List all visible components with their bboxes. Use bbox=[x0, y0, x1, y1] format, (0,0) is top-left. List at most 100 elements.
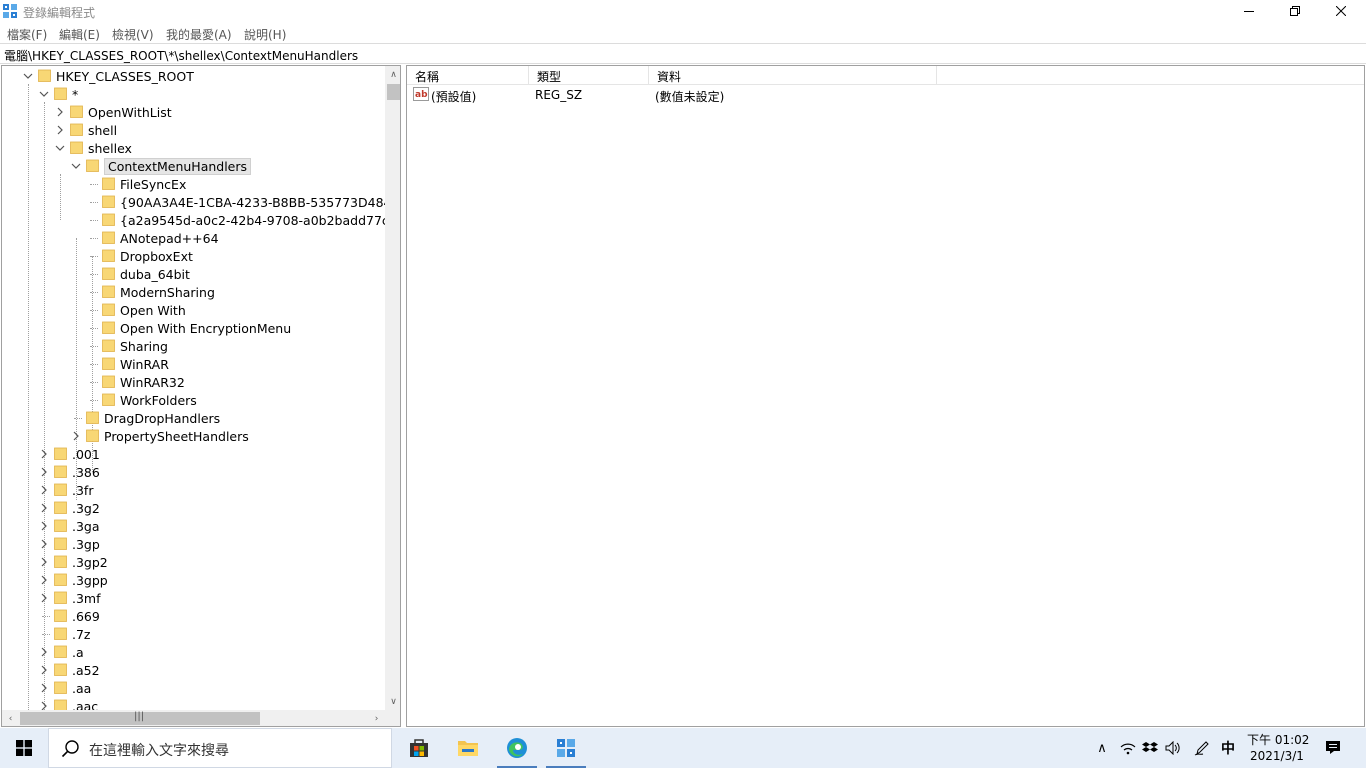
tree-item[interactable]: shellex bbox=[2, 139, 382, 157]
tree-item[interactable]: WinRAR32 bbox=[2, 373, 382, 391]
taskbar-regedit-app[interactable] bbox=[542, 728, 590, 768]
menu-file[interactable]: 檔案(F) bbox=[7, 26, 47, 43]
chevron-right-icon[interactable] bbox=[54, 106, 66, 118]
chevron-right-icon[interactable] bbox=[38, 646, 50, 658]
restore-button[interactable] bbox=[1272, 0, 1318, 22]
folder-icon bbox=[54, 87, 67, 100]
tree-item[interactable]: Sharing bbox=[2, 337, 382, 355]
show-hidden-icons-chevron-icon[interactable]: ∧ bbox=[1092, 738, 1112, 758]
folder-icon bbox=[102, 267, 115, 280]
tree-item[interactable]: .386 bbox=[2, 463, 382, 481]
tree-item[interactable]: .a bbox=[2, 643, 382, 661]
tree-item[interactable]: WorkFolders bbox=[2, 391, 382, 409]
tree-item[interactable]: .669 bbox=[2, 607, 382, 625]
notification-center-icon[interactable] bbox=[1323, 738, 1343, 758]
menu-help[interactable]: 說明(H) bbox=[244, 26, 286, 43]
tree-item-label: Sharing bbox=[120, 339, 168, 354]
chevron-right-icon[interactable] bbox=[38, 466, 50, 478]
column-header-data[interactable]: 資料 bbox=[649, 66, 937, 85]
folder-icon bbox=[102, 177, 115, 190]
close-button[interactable] bbox=[1318, 0, 1364, 22]
tree-item[interactable]: ContextMenuHandlers bbox=[2, 157, 382, 175]
chevron-right-icon[interactable] bbox=[38, 502, 50, 514]
chevron-down-icon[interactable] bbox=[70, 160, 82, 172]
ime-indicator[interactable]: 中 bbox=[1221, 738, 1235, 758]
tree-item[interactable]: .aac bbox=[2, 697, 382, 710]
menu-edit[interactable]: 編輯(E) bbox=[59, 26, 100, 43]
minimize-button[interactable] bbox=[1226, 0, 1272, 22]
chevron-down-icon[interactable] bbox=[22, 70, 34, 82]
tree-item[interactable]: .3fr bbox=[2, 481, 382, 499]
chevron-right-icon[interactable] bbox=[38, 538, 50, 550]
tree-item[interactable]: PropertySheetHandlers bbox=[2, 427, 382, 445]
tree-horizontal-scroll-thumb[interactable]: ||| bbox=[20, 711, 260, 725]
chevron-right-icon[interactable] bbox=[70, 430, 82, 442]
tree-item[interactable]: HKEY_CLASSES_ROOT bbox=[2, 67, 382, 85]
dropbox-tray-icon[interactable] bbox=[1140, 738, 1160, 758]
chevron-right-icon[interactable] bbox=[38, 520, 50, 532]
tree-item[interactable]: .aa bbox=[2, 679, 382, 697]
chevron-right-icon[interactable] bbox=[54, 124, 66, 136]
column-header-type[interactable]: 類型 bbox=[529, 66, 649, 85]
scroll-right-arrow-icon[interactable]: › bbox=[368, 710, 385, 726]
address-bar[interactable]: 電腦\HKEY_CLASSES_ROOT\*\shellex\ContextMe… bbox=[0, 43, 1366, 64]
tree-vertical-scrollbar[interactable]: ∧ ∨ bbox=[385, 66, 400, 710]
menu-view[interactable]: 檢視(V) bbox=[112, 26, 154, 43]
chevron-right-icon[interactable] bbox=[38, 700, 50, 710]
tree-item[interactable]: .3gpp bbox=[2, 571, 382, 589]
tree-item[interactable]: * bbox=[2, 85, 382, 103]
taskbar-search-box[interactable]: 在這裡輸入文字來搜尋 bbox=[48, 728, 392, 768]
tree-item[interactable]: ANotepad++64 bbox=[2, 229, 382, 247]
taskbar-store-app[interactable] bbox=[395, 728, 443, 768]
address-path[interactable]: 電腦\HKEY_CLASSES_ROOT\*\shellex\ContextMe… bbox=[4, 47, 358, 64]
tree-item-label: .001 bbox=[72, 447, 100, 462]
tree-item[interactable]: DropboxExt bbox=[2, 247, 382, 265]
chevron-right-icon[interactable] bbox=[38, 556, 50, 568]
tree-item[interactable]: {90AA3A4E-1CBA-4233-B8BB-535773D48449} bbox=[2, 193, 385, 211]
value-row[interactable]: ab (預設值) REG_SZ (數值未設定) bbox=[407, 86, 1364, 104]
taskbar-edge-app[interactable] bbox=[493, 728, 541, 768]
chevron-right-icon[interactable] bbox=[38, 592, 50, 604]
menu-favorites[interactable]: 我的最愛(A) bbox=[166, 26, 232, 43]
tree-item[interactable]: .a52 bbox=[2, 661, 382, 679]
tree-item[interactable]: .3mf bbox=[2, 589, 382, 607]
volume-icon[interactable] bbox=[1163, 738, 1183, 758]
tree-item[interactable]: .3ga bbox=[2, 517, 382, 535]
network-wifi-icon[interactable] bbox=[1118, 738, 1138, 758]
clock-time[interactable]: 下午 01:02 bbox=[1247, 731, 1309, 748]
tree-item[interactable]: WinRAR bbox=[2, 355, 382, 373]
tree-item[interactable]: shell bbox=[2, 121, 382, 139]
scroll-up-arrow-icon[interactable]: ∧ bbox=[385, 66, 400, 83]
folder-icon bbox=[102, 285, 115, 298]
tree-item[interactable]: .001 bbox=[2, 445, 382, 463]
tree-item[interactable]: Open With bbox=[2, 301, 382, 319]
chevron-right-icon[interactable] bbox=[38, 682, 50, 694]
chevron-right-icon[interactable] bbox=[38, 664, 50, 676]
tree-item-label: .a52 bbox=[72, 663, 100, 678]
scroll-left-arrow-icon[interactable]: ‹ bbox=[2, 710, 19, 726]
tree-item[interactable]: .3gp bbox=[2, 535, 382, 553]
pen-workspace-icon[interactable] bbox=[1192, 738, 1212, 758]
chevron-down-icon[interactable] bbox=[38, 88, 50, 100]
tree-item[interactable]: DragDropHandlers bbox=[2, 409, 382, 427]
column-header-name[interactable]: 名稱 bbox=[407, 66, 529, 85]
tree-item[interactable]: ModernSharing bbox=[2, 283, 382, 301]
chevron-down-icon[interactable] bbox=[54, 142, 66, 154]
tree-item[interactable]: {a2a9545d-a0c2-42b4-9708-a0b2badd77c8} bbox=[2, 211, 385, 229]
tree-horizontal-scrollbar[interactable]: ‹ ||| › bbox=[2, 710, 400, 726]
tree-item[interactable]: OpenWithList bbox=[2, 103, 382, 121]
tree-item[interactable]: .3gp2 bbox=[2, 553, 382, 571]
chevron-right-icon[interactable] bbox=[38, 484, 50, 496]
tree-item[interactable]: .3g2 bbox=[2, 499, 382, 517]
tree-item[interactable]: duba_64bit bbox=[2, 265, 382, 283]
chevron-right-icon[interactable] bbox=[38, 574, 50, 586]
tree-item[interactable]: FileSyncEx bbox=[2, 175, 382, 193]
start-button[interactable] bbox=[0, 728, 48, 768]
clock-date[interactable]: 2021/3/1 bbox=[1250, 749, 1304, 763]
tree-item[interactable]: Open With EncryptionMenu bbox=[2, 319, 382, 337]
taskbar-file-explorer-app[interactable] bbox=[444, 728, 492, 768]
tree-vertical-scroll-thumb[interactable] bbox=[387, 84, 400, 100]
scroll-down-arrow-icon[interactable]: ∨ bbox=[385, 693, 400, 710]
chevron-right-icon[interactable] bbox=[38, 448, 50, 460]
tree-item[interactable]: .7z bbox=[2, 625, 382, 643]
